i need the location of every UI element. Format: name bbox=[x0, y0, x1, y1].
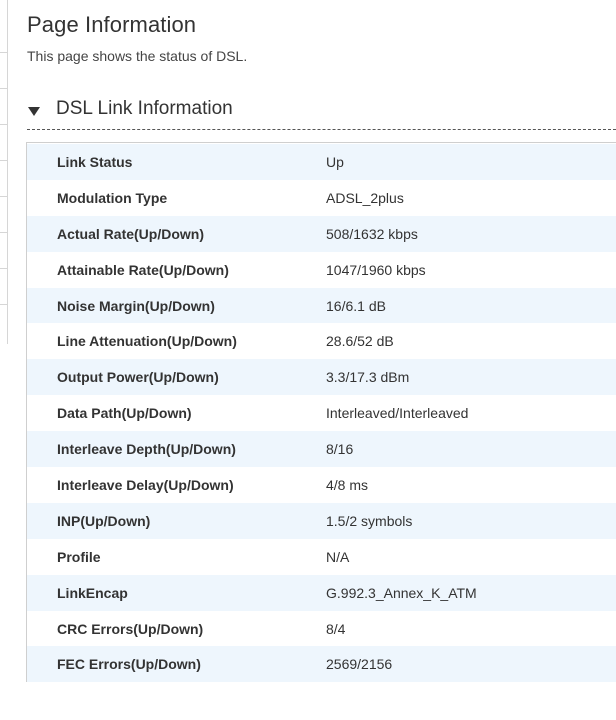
table-row: Output Power(Up/Down) 3.3/17.3 dBm bbox=[27, 359, 616, 396]
row-label: CRC Errors(Up/Down) bbox=[57, 620, 204, 637]
row-label: Profile bbox=[57, 548, 101, 565]
dsl-status-page: Page Information This page shows the sta… bbox=[0, 0, 616, 720]
row-label: Output Power(Up/Down) bbox=[57, 369, 219, 386]
table-row: Data Path(Up/Down) Interleaved/Interleave… bbox=[27, 395, 616, 431]
row-value: N/A bbox=[326, 548, 350, 565]
table-row: LinkEncap G.992.3_Annex_K_ATM bbox=[27, 574, 616, 611]
table-row: Link Status Up bbox=[27, 144, 616, 180]
sidebar-divider bbox=[0, 268, 7, 269]
sidebar-divider bbox=[0, 124, 7, 125]
row-value: Up bbox=[326, 153, 344, 170]
sidebar-divider bbox=[0, 196, 7, 197]
row-value: 508/1632 kbps bbox=[326, 225, 418, 242]
row-label: Interleave Depth(Up/Down) bbox=[57, 441, 236, 458]
row-label: Data Path(Up/Down) bbox=[57, 405, 192, 422]
row-value: 1.5/2 symbols bbox=[326, 512, 413, 529]
row-label: Modulation Type bbox=[57, 189, 168, 206]
dsl-info-table: Link Status Up Modulation Type ADSL_2plus Ac… bbox=[26, 142, 616, 683]
section-title: DSL Link Information bbox=[56, 98, 233, 119]
row-value: 2569/2156 bbox=[326, 656, 393, 673]
row-value: 8/4 bbox=[326, 620, 346, 637]
row-value: G.992.3_Annex_K_ATM bbox=[326, 584, 477, 601]
table-row: Modulation Type ADSL_2plus bbox=[27, 180, 616, 216]
section-toggle-dsl-link-information[interactable]: DSL Link Information bbox=[27, 95, 616, 130]
sidebar-divider bbox=[0, 160, 7, 161]
table-row: CRC Errors(Up/Down) 8/4 bbox=[27, 611, 616, 647]
sidebar-divider bbox=[0, 232, 7, 233]
sidebar-edge bbox=[0, 0, 8, 344]
sidebar-divider bbox=[0, 304, 7, 305]
row-value: Interleaved/Interleaved bbox=[326, 405, 469, 422]
triangle-down-icon[interactable] bbox=[27, 104, 41, 118]
row-value: 16/6.1 dB bbox=[326, 297, 386, 314]
row-label: Line Attenuation(Up/Down) bbox=[57, 333, 237, 350]
row-value: 28.6/52 dB bbox=[326, 333, 394, 350]
page-title: Page Information bbox=[27, 12, 197, 37]
row-label: Noise Margin(Up/Down) bbox=[57, 297, 215, 314]
table-row: Interleave Delay(Up/Down) 4/8 ms bbox=[27, 467, 616, 503]
row-value: 1047/1960 kbps bbox=[326, 261, 426, 278]
row-label: LinkEncap bbox=[57, 584, 128, 601]
row-label: INP(Up/Down) bbox=[57, 512, 151, 529]
page-description: This page shows the status of DSL. bbox=[27, 48, 248, 64]
row-value: 3.3/17.3 dBm bbox=[326, 369, 410, 386]
table-row: Noise Margin(Up/Down) 16/6.1 dB bbox=[27, 287, 616, 324]
sidebar-divider bbox=[0, 52, 7, 53]
row-label: Interleave Delay(Up/Down) bbox=[57, 476, 234, 493]
table-row: INP(Up/Down) 1.5/2 symbols bbox=[27, 502, 616, 539]
row-value: 8/16 bbox=[326, 441, 354, 458]
table-row: Interleave Depth(Up/Down) 8/16 bbox=[27, 431, 616, 468]
row-label: Link Status bbox=[57, 153, 133, 170]
row-label: Attainable Rate(Up/Down) bbox=[57, 261, 229, 278]
sidebar-divider bbox=[0, 88, 7, 89]
row-value: ADSL_2plus bbox=[326, 189, 404, 206]
table-row: Attainable Rate(Up/Down) 1047/1960 kbps bbox=[27, 252, 616, 288]
row-value: 4/8 ms bbox=[326, 476, 369, 493]
row-label: Actual Rate(Up/Down) bbox=[57, 225, 204, 242]
table-row: Actual Rate(Up/Down) 508/1632 kbps bbox=[27, 215, 616, 252]
table-row: Line Attenuation(Up/Down) 28.6/52 dB bbox=[27, 323, 616, 359]
row-label: FEC Errors(Up/Down) bbox=[57, 656, 201, 673]
table-row: Profile N/A bbox=[27, 539, 616, 575]
table-row: FEC Errors(Up/Down) 2569/2156 bbox=[27, 646, 616, 683]
